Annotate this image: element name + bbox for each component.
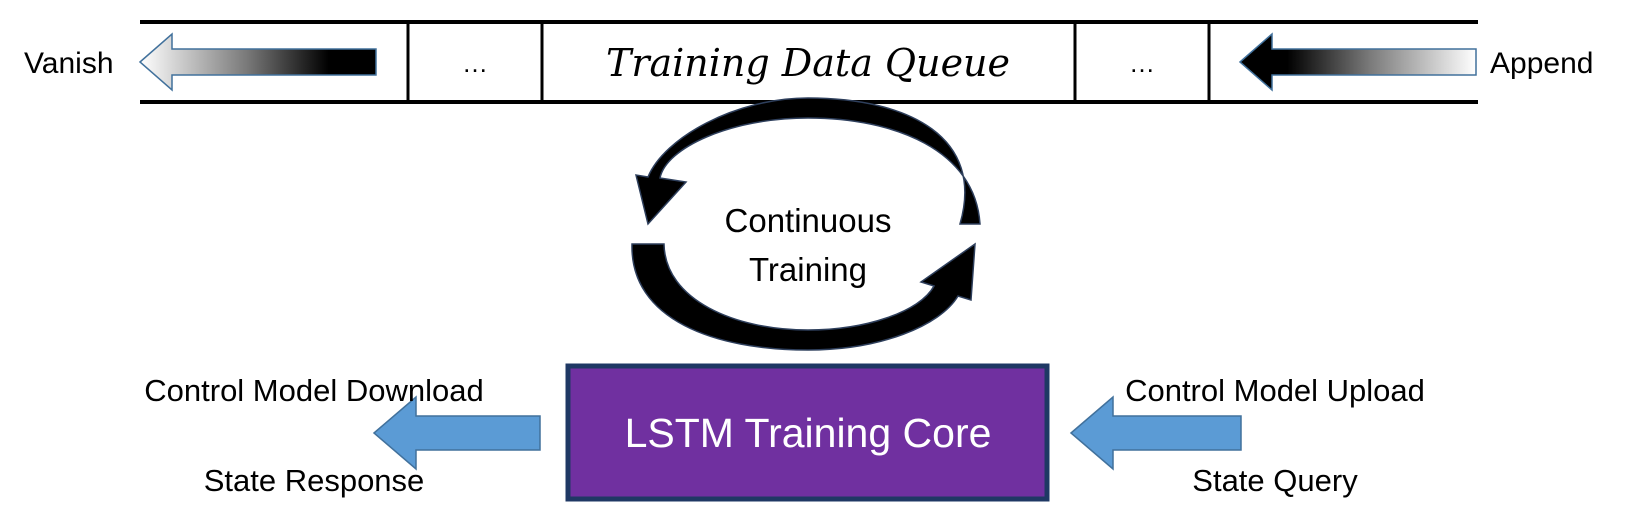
lstm-core-label: LSTM Training Core (625, 410, 992, 456)
cycle-label-line1: Continuous (725, 202, 892, 239)
continuous-training-cycle: Continuous Training (631, 97, 981, 351)
core-outputs: Control Model Download State Response (144, 373, 541, 498)
output-label-state-response: State Response (204, 463, 425, 498)
vanish-label: Vanish (24, 47, 114, 80)
training-pipeline-diagram: … Training Data Queue … Vanish Append Co… (24, 20, 1593, 502)
queue-title: Training Data Queue (606, 41, 1010, 85)
core-inputs: Control Model Upload State Query (1069, 373, 1425, 498)
queue-cell-ellipsis-right: … (1129, 48, 1155, 78)
cycle-label-line2: Training (749, 251, 867, 288)
append-label: Append (1490, 47, 1593, 80)
output-label-control-model-download: Control Model Download (144, 373, 483, 408)
vanish-arrow (138, 32, 377, 92)
input-label-state-query: State Query (1192, 463, 1358, 498)
lstm-training-core: LSTM Training Core (565, 363, 1050, 502)
queue-cell-ellipsis-left: … (462, 48, 488, 78)
input-label-control-model-upload: Control Model Upload (1125, 373, 1425, 408)
training-data-queue: … Training Data Queue … Vanish Append (24, 20, 1593, 104)
append-arrow (1238, 32, 1477, 92)
